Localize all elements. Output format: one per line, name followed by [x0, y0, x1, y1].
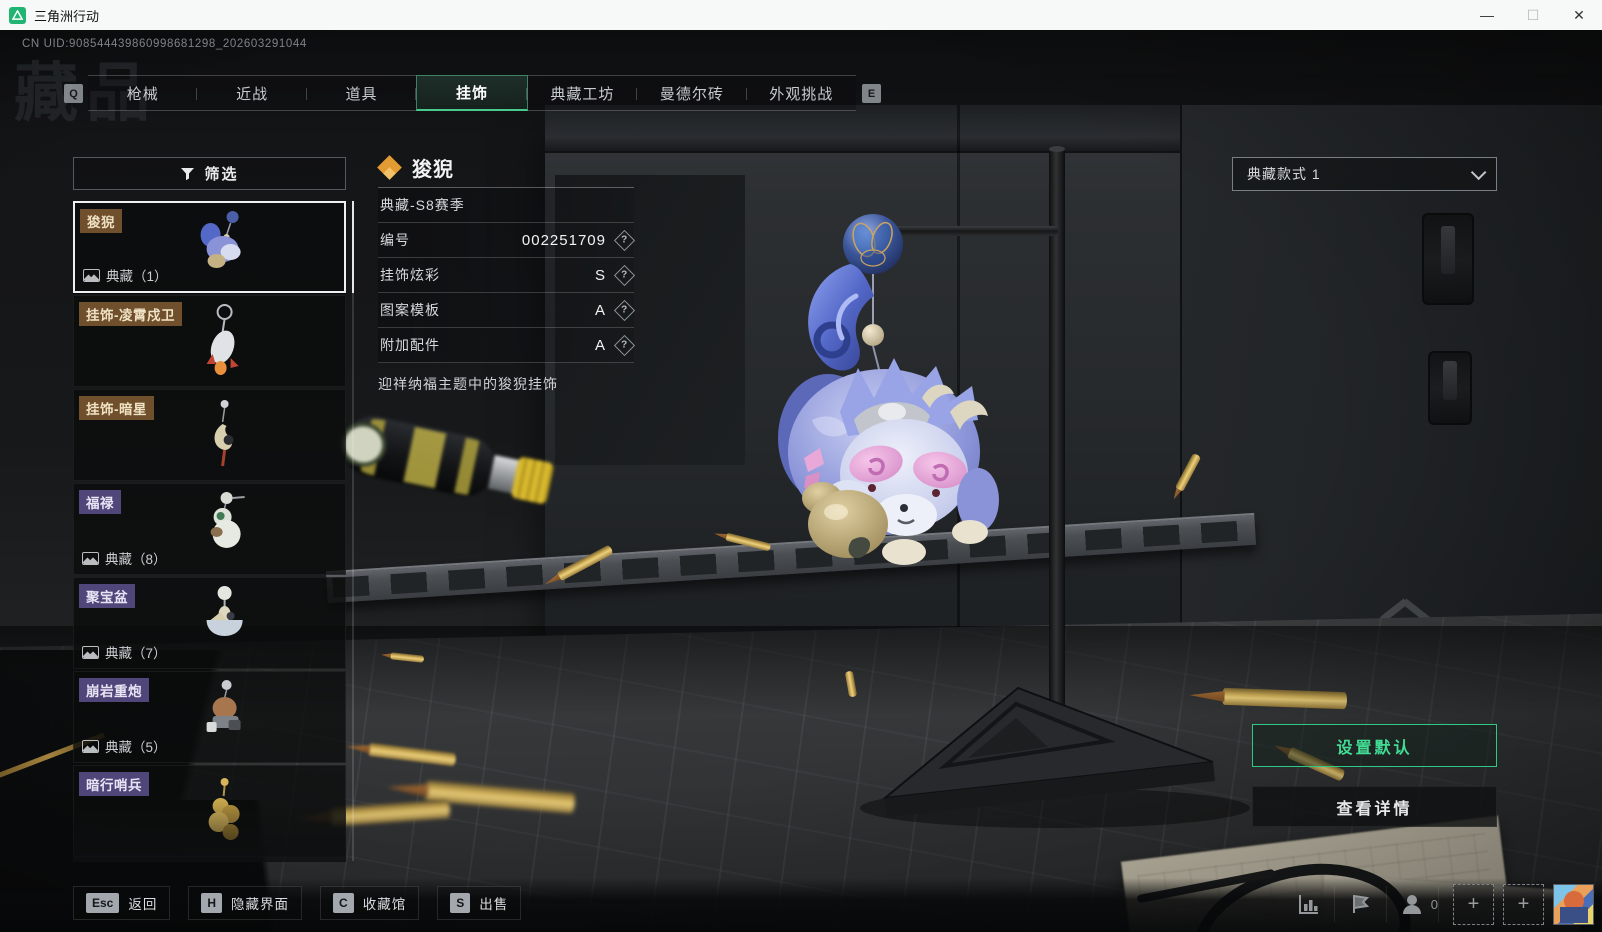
charm-item-list: 狻猊 典藏（1） 挂饰-凌霄戍卫 挂饰-暗星 福禄 典藏（8） 聚宝盆 典藏（7…	[73, 201, 346, 862]
list-item-rockbreaker-cannon[interactable]: 崩岩重炮 典藏（5）	[73, 671, 346, 763]
item-thumbnail	[206, 680, 241, 732]
item-description: 迎祥纳福主题中的狻猊挂饰	[378, 376, 558, 392]
picture-icon	[82, 645, 99, 659]
item-thumbnail	[200, 211, 241, 268]
hotkey-collection-hall[interactable]: C 收藏馆	[320, 886, 420, 920]
crate-latch	[1422, 213, 1474, 305]
item-thumbnail	[214, 400, 234, 467]
season-label: 典藏-S8赛季	[380, 197, 465, 213]
item-title: 狻猊	[412, 159, 454, 181]
tab-weapons[interactable]: 枪械	[88, 76, 198, 110]
diamond-cluster-icon	[377, 154, 402, 180]
window-title: 三角洲行动	[34, 8, 100, 24]
picture-icon	[83, 268, 100, 282]
social-button[interactable]	[1387, 882, 1439, 926]
detail-title-row: 狻猊	[377, 148, 634, 188]
report-button[interactable]	[1335, 882, 1387, 926]
list-item-treasure-bowl[interactable]: 聚宝盆 典藏（7）	[73, 577, 346, 669]
category-tabs: 枪械 近战 道具 挂饰 典藏工坊 曼德尔砖 外观挑战	[88, 75, 856, 111]
collection-count: 典藏（5）	[82, 736, 167, 756]
list-item-lingxiao-guard[interactable]: 挂饰-凌霄戍卫	[73, 295, 346, 387]
collection-count: 典藏（8）	[82, 548, 167, 568]
taskbar: 0 + +	[1283, 882, 1594, 926]
game-window: 三角洲行动 — ☐ ✕ 藏品 CN UID:908544439860998681…	[0, 0, 1602, 932]
collection-count: 典藏（7）	[82, 642, 167, 662]
item-name-badge: 挂饰-凌霄戍卫	[79, 302, 182, 326]
question-diamond-icon[interactable]: ?	[613, 299, 636, 321]
next-tab-key-hint: E	[862, 84, 881, 103]
item-thumbnail	[208, 778, 240, 840]
prev-tab-key-hint: Q	[64, 84, 83, 103]
charm-finish-row: 挂饰炫彩 S ?	[378, 258, 636, 293]
close-button[interactable]: ✕	[1556, 0, 1602, 30]
style-dropdown-value: 典藏款式 1	[1247, 166, 1321, 182]
pattern-template-row: 图案模板 A ?	[378, 293, 636, 328]
list-item-suanni[interactable]: 狻猊 典藏（1）	[73, 201, 346, 293]
hotkey-hide-ui[interactable]: H 隐藏界面	[188, 886, 303, 920]
item-thumbnail	[206, 304, 239, 375]
scrollbar-thumb[interactable]	[352, 201, 354, 293]
question-diamond-icon[interactable]: ?	[613, 229, 636, 251]
account-uid: CN UID:908544439860998681298_20260329104…	[22, 38, 307, 50]
item-detail-panel: 狻猊 典藏-S8赛季 编号 002251709 ? 挂饰炫彩 S ? 图案模板 …	[377, 148, 636, 394]
funnel-icon	[181, 168, 195, 181]
item-thumbnail	[210, 492, 245, 548]
hotkey-hints: Esc 返回 H 隐藏界面 C 收藏馆 S 出售	[73, 886, 522, 920]
tab-collection-workshop[interactable]: 典藏工坊	[528, 76, 638, 110]
charm-3d-view[interactable]	[752, 200, 1014, 570]
app-logo-icon	[9, 6, 26, 24]
person-icon	[1402, 895, 1421, 914]
bar-chart-icon	[1298, 895, 1318, 914]
empty-slot-add-button[interactable]: +	[1503, 883, 1544, 925]
tab-gear[interactable]: 道具	[307, 76, 417, 110]
view-details-button[interactable]: 查看详情	[1252, 786, 1497, 827]
window-titlebar: 三角洲行动 — ☐ ✕	[0, 0, 1602, 30]
maximize-button[interactable]: ☐	[1510, 0, 1556, 30]
filter-label: 筛选	[204, 166, 239, 183]
item-name-badge: 挂饰-暗星	[79, 396, 154, 420]
list-scrollbar[interactable]	[352, 201, 354, 861]
tab-appearance-challenge[interactable]: 外观挑战	[747, 76, 856, 110]
empty-slot-add-button[interactable]: +	[1453, 883, 1494, 925]
tab-charms[interactable]: 挂饰	[416, 75, 528, 111]
serial-row: 编号 002251709 ?	[378, 223, 636, 258]
tab-mandel-brick[interactable]: 曼德尔砖	[637, 76, 747, 110]
item-name-badge: 聚宝盆	[79, 584, 135, 608]
charm-finish-grade: S	[594, 266, 606, 284]
tab-melee[interactable]: 近战	[197, 76, 308, 110]
crate-latch	[1428, 351, 1472, 425]
season-row: 典藏-S8赛季	[378, 188, 634, 223]
extra-accessory-row: 附加配件 A ?	[378, 328, 636, 363]
list-item-fulu[interactable]: 福禄 典藏（8）	[73, 483, 346, 575]
chevron-down-icon	[1470, 164, 1487, 180]
question-diamond-icon[interactable]: ?	[613, 334, 636, 356]
item-name-badge: 狻猊	[80, 209, 122, 233]
pattern-template-grade: A	[594, 301, 606, 319]
hotkey-sell[interactable]: S 出售	[437, 886, 522, 920]
set-default-button[interactable]: 设置默认	[1252, 724, 1497, 767]
question-diamond-icon[interactable]: ?	[613, 264, 636, 286]
stats-button[interactable]	[1283, 882, 1335, 926]
picture-icon	[82, 739, 99, 753]
item-name-badge: 崩岩重炮	[79, 678, 149, 702]
item-name-badge: 暗行哨兵	[79, 772, 149, 796]
serial-value: 002251709	[521, 231, 606, 249]
item-name-badge: 福禄	[79, 490, 121, 514]
list-item-dark-star[interactable]: 挂饰-暗星	[73, 389, 346, 481]
filter-button[interactable]: 筛选	[73, 157, 346, 190]
minimize-button[interactable]: —	[1464, 0, 1510, 30]
event-banner-thumbnail[interactable]	[1553, 883, 1594, 925]
flag-icon	[1352, 894, 1369, 913]
extra-accessory-grade: A	[594, 336, 606, 354]
style-dropdown[interactable]: 典藏款式 1	[1232, 157, 1497, 191]
item-thumbnail	[206, 586, 243, 636]
list-item-shadow-sentinel[interactable]: 暗行哨兵	[73, 765, 346, 857]
collection-count: 典藏（1）	[83, 265, 168, 285]
oil-bottle	[336, 411, 572, 519]
hotkey-back[interactable]: Esc 返回	[73, 886, 171, 920]
picture-icon	[82, 551, 99, 565]
